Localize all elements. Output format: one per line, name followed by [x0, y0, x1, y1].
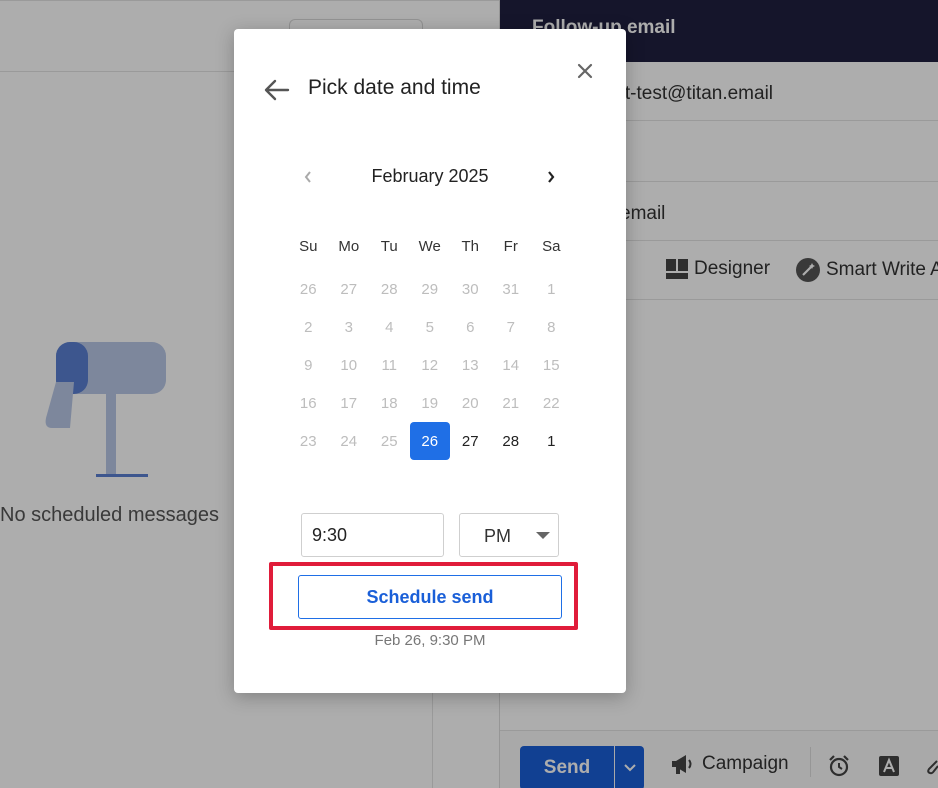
calendar-day: 11	[369, 347, 410, 385]
calendar-day: 16	[288, 384, 329, 422]
calendar-day[interactable]: 1	[531, 422, 572, 460]
calendar-day: 27	[329, 271, 370, 309]
close-icon	[577, 63, 593, 79]
calendar-day: 8	[531, 309, 572, 347]
calendar-day-label: 26	[409, 422, 450, 461]
dialog-title: Pick date and time	[308, 76, 481, 99]
calendar-day[interactable]: 28	[491, 422, 532, 460]
chevron-right-icon	[548, 171, 555, 183]
calendar-day: 24	[329, 422, 370, 460]
calendar-day: 19	[410, 384, 451, 422]
calendar-day-label: 6	[466, 319, 475, 337]
weekday-label: Fr	[503, 238, 518, 255]
calendar-day-label: 17	[340, 394, 358, 412]
calendar-day-label: 20	[461, 394, 479, 412]
weekday-label: Sa	[542, 238, 561, 255]
calendar-day: 4	[369, 309, 410, 347]
close-button[interactable]	[572, 58, 598, 84]
calendar-day-label: 2	[304, 319, 313, 337]
calendar-day-label: 12	[421, 356, 439, 374]
calendar-day: 7	[491, 309, 532, 347]
calendar-day: 20	[450, 384, 491, 422]
calendar-day-label: 5	[425, 319, 434, 337]
calendar-day: 22	[531, 384, 572, 422]
calendar-day-label: 23	[299, 432, 317, 450]
calendar-day-label: 9	[304, 356, 313, 374]
calendar-day-label: 15	[542, 356, 560, 374]
month-label: February 2025	[371, 166, 489, 186]
calendar-day: 17	[329, 384, 370, 422]
back-button[interactable]	[262, 75, 292, 105]
calendar-day-label: 25	[380, 432, 398, 450]
calendar-day: 13	[450, 347, 491, 385]
calendar-day: 2	[288, 309, 329, 347]
weekday-header: Su Mo Tu We Th Fr Sa	[288, 238, 572, 255]
weekday-label: We	[418, 238, 441, 255]
calendar-day-label: 4	[385, 319, 394, 337]
calendar-day-label: 30	[461, 281, 479, 299]
weekday-label: Su	[299, 238, 318, 255]
calendar-day-label: 10	[340, 356, 358, 374]
calendar-day: 30	[450, 271, 491, 309]
caret-down-icon	[536, 532, 550, 539]
calendar-day-label: 11	[381, 356, 398, 374]
calendar-day-label: 28	[502, 432, 520, 450]
calendar-day: 12	[410, 347, 451, 385]
calendar-day: 23	[288, 422, 329, 460]
calendar-day: 18	[369, 384, 410, 422]
calendar-day: 9	[288, 347, 329, 385]
arrow-left-icon	[264, 79, 290, 101]
ampm-value: PM	[484, 526, 511, 546]
calendar-day: 3	[329, 309, 370, 347]
calendar-day: 15	[531, 347, 572, 385]
calendar-day: 29	[410, 271, 451, 309]
calendar-day-label: 27	[340, 281, 358, 299]
calendar-grid: 26 27 28 29 30 31 1 2 3 4 5 6 7 8 9 10 11 12 13 14 15 16 17 18 1…	[288, 271, 572, 461]
next-month-button[interactable]	[541, 165, 561, 189]
calendar-day[interactable]: 27	[450, 422, 491, 460]
calendar-day: 25	[369, 422, 410, 460]
calendar-day-label: 27	[461, 432, 479, 450]
calendar-day-label: 1	[547, 281, 556, 299]
previous-month-button[interactable]	[298, 165, 318, 189]
calendar-day-label: 18	[380, 394, 398, 412]
calendar-day-label: 31	[502, 281, 520, 299]
calendar-day-label: 7	[506, 319, 515, 337]
schedule-dialog: Pick date and time February 2025 Su Mo Tu W…	[234, 29, 626, 693]
calendar-day: 28	[369, 271, 410, 309]
calendar-day-label: 1	[547, 432, 556, 450]
chevron-left-icon	[304, 171, 311, 183]
calendar-day-selected[interactable]: 26	[409, 422, 450, 461]
calendar-day: 21	[491, 384, 532, 422]
calendar-day: 26	[288, 271, 329, 309]
calendar-day: 10	[329, 347, 370, 385]
calendar-day-label: 24	[340, 432, 358, 450]
calendar-day-label: 16	[299, 394, 317, 412]
calendar-day-label: 13	[461, 356, 479, 374]
calendar-day-label: 3	[344, 319, 353, 337]
calendar-day-label: 8	[547, 319, 556, 337]
calendar-day-label: 28	[380, 281, 398, 299]
calendar-day: 5	[410, 309, 451, 347]
weekday-label: Th	[461, 238, 479, 255]
schedule-send-button[interactable]: Schedule send	[298, 575, 562, 619]
calendar-day-label: 22	[542, 394, 560, 412]
calendar-day: 1	[531, 271, 572, 309]
time-input[interactable]	[301, 513, 444, 557]
weekday-label: Mo	[338, 238, 360, 255]
calendar-day: 31	[491, 271, 532, 309]
ampm-select[interactable]: PM	[459, 513, 559, 557]
calendar-day: 6	[450, 309, 491, 347]
calendar-day-label: 26	[299, 281, 317, 299]
calendar-day-label: 19	[421, 394, 439, 412]
calendar-day-label: 21	[502, 394, 520, 412]
schedule-summary: Feb 26, 9:30 PM	[374, 632, 486, 649]
calendar-day-label: 29	[421, 281, 439, 299]
calendar-day: 14	[491, 347, 532, 385]
weekday-label: Tu	[380, 238, 398, 255]
calendar-day-label: 14	[502, 356, 520, 374]
